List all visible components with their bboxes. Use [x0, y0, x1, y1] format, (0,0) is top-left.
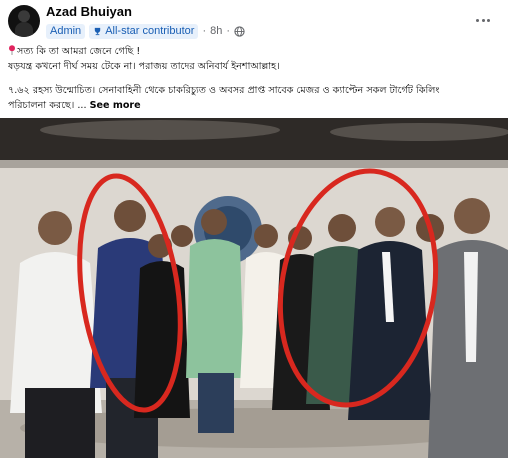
globe-icon[interactable] — [234, 25, 245, 37]
trophy-icon — [94, 27, 101, 35]
post-text-line-3: ৭.৬২ রহস্য উন্মোচিত। সেনাবাহিনী থেকে চাক… — [8, 85, 440, 96]
post-meta: Admin All-star contributor · 8h · — [46, 23, 245, 39]
see-more-link[interactable]: See more — [90, 100, 141, 111]
group-photo-image — [0, 118, 508, 458]
post-photo[interactable] — [0, 118, 508, 458]
author-name[interactable]: Azad Bhuiyan — [46, 4, 132, 19]
admin-badge: Admin — [46, 23, 86, 39]
post-text-line-4: পরিচালনা করছে। ... See more — [8, 100, 141, 111]
post-header: Azad Bhuiyan Admin All-star contributor … — [0, 0, 508, 42]
contributor-badge-label: All-star contributor — [105, 25, 195, 37]
avatar[interactable] — [8, 5, 40, 37]
contributor-badge: All-star contributor — [89, 23, 199, 39]
post-text-line-1: সত্য কি তা আমরা জেনে গেছি ! — [8, 44, 500, 59]
meta-separator-2: · — [226, 25, 231, 37]
post-time[interactable]: 8h — [210, 25, 222, 37]
post-text: সত্য কি তা আমরা জেনে গেছি ! ষড়যন্ত্র কখ… — [8, 44, 500, 113]
post-text-line-2: ষড়যন্ত্র কখনো দীর্ঘ সময় টেকে না। পরাজয… — [8, 61, 280, 72]
pin-icon — [9, 45, 15, 55]
meta-separator: · — [202, 25, 207, 37]
more-horizontal-icon[interactable] — [472, 10, 494, 30]
